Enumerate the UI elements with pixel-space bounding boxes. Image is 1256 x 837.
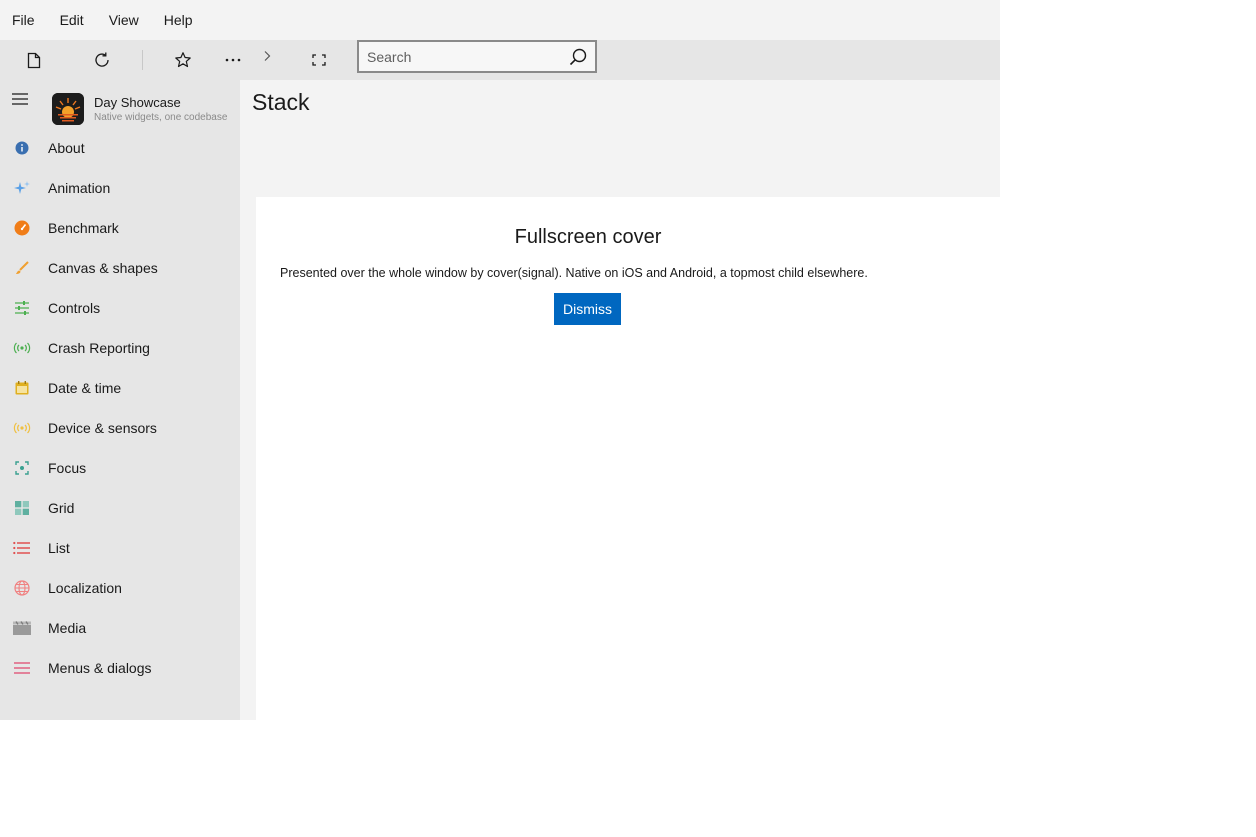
- grid-icon: [13, 499, 31, 517]
- sidebar-item-label: About: [48, 140, 85, 156]
- page-title: Stack: [252, 89, 310, 115]
- dismiss-button[interactable]: Dismiss: [554, 293, 621, 325]
- sidebar-item-menus-dialogs[interactable]: Menus & dialogs: [0, 648, 240, 688]
- sidebar-item-date-time[interactable]: Date & time: [0, 368, 240, 408]
- cover-title: Fullscreen cover: [514, 226, 662, 248]
- refresh-icon[interactable]: [91, 49, 113, 71]
- speedometer-icon: [13, 219, 31, 237]
- sidebar-item-crash-reporting[interactable]: Crash Reporting: [0, 328, 240, 368]
- sidebar-item-label: List: [48, 540, 70, 556]
- fullscreen-cover: Fullscreen cover Presented over the whol…: [256, 197, 1000, 720]
- focus-icon: [13, 459, 31, 477]
- sliders-icon: [13, 299, 31, 317]
- toolbar-separator: [142, 50, 143, 70]
- sparkle-icon: [13, 179, 31, 197]
- sidebar-item-label: Controls: [48, 300, 101, 316]
- more-icon[interactable]: [222, 49, 244, 71]
- app-window: File Edit View Help Search Day Showcase …: [0, 0, 1000, 720]
- app-subtitle: Native widgets, one codebase: [94, 112, 228, 123]
- info-icon: [13, 139, 31, 157]
- chevron-right-icon[interactable]: [256, 45, 278, 67]
- sidebar-item-controls[interactable]: Controls: [0, 288, 240, 328]
- menu-help[interactable]: Help: [164, 12, 193, 28]
- globe-icon: [13, 579, 31, 597]
- cover-description: Presented over the whole window by cover…: [280, 266, 868, 280]
- sidebar-item-label: Media: [48, 620, 87, 636]
- sidebar-item-label: Animation: [48, 180, 111, 196]
- hamburger-menu-icon[interactable]: [11, 92, 29, 106]
- sidebar-item-focus[interactable]: Focus: [0, 448, 240, 488]
- broadcast-icon: [13, 339, 31, 357]
- menu-edit[interactable]: Edit: [60, 12, 84, 28]
- sidebar-item-label: Canvas & shapes: [48, 260, 158, 276]
- sidebar-nav: About Animation Benchmark Canvas & shape…: [0, 128, 240, 688]
- sidebar-item-about[interactable]: About: [0, 128, 240, 168]
- sidebar-item-label: Device & sensors: [48, 420, 157, 436]
- sidebar-item-media[interactable]: Media: [0, 608, 240, 648]
- brush-icon: [13, 259, 31, 277]
- clapperboard-icon: [13, 619, 31, 637]
- sidebar-item-animation[interactable]: Animation: [0, 168, 240, 208]
- search-input[interactable]: [367, 47, 557, 67]
- app-logo-icon: [52, 93, 84, 125]
- menu-file[interactable]: File: [12, 12, 35, 28]
- calendar-icon: [13, 379, 31, 397]
- search-box: [357, 40, 597, 73]
- app-title: Day Showcase: [94, 95, 181, 110]
- sidebar-item-label: Menus & dialogs: [48, 660, 152, 676]
- fit-screen-icon[interactable]: [308, 49, 330, 71]
- new-page-icon[interactable]: [23, 49, 45, 71]
- menu-bar: File Edit View Help: [0, 0, 1000, 40]
- toolbar: [0, 40, 1000, 80]
- menu-lines-icon: [13, 659, 31, 677]
- sidebar-item-label: Date & time: [48, 380, 122, 396]
- sidebar-item-list[interactable]: List: [0, 528, 240, 568]
- sidebar-item-label: Focus: [48, 460, 87, 476]
- menu-view[interactable]: View: [109, 12, 139, 28]
- star-icon[interactable]: [172, 49, 194, 71]
- sidebar-item-grid[interactable]: Grid: [0, 488, 240, 528]
- sidebar-item-canvas-shapes[interactable]: Canvas & shapes: [0, 248, 240, 288]
- sidebar-item-label: Localization: [48, 580, 122, 596]
- sidebar: Day Showcase Native widgets, one codebas…: [0, 80, 240, 720]
- search-icon[interactable]: [568, 47, 588, 67]
- sidebar-item-benchmark[interactable]: Benchmark: [0, 208, 240, 248]
- sidebar-item-label: Crash Reporting: [48, 340, 150, 356]
- list-icon: [13, 539, 31, 557]
- sidebar-item-label: Benchmark: [48, 220, 119, 236]
- sidebar-item-device-sensors[interactable]: Device & sensors: [0, 408, 240, 448]
- sidebar-item-localization[interactable]: Localization: [0, 568, 240, 608]
- sensor-icon: [13, 419, 31, 437]
- sidebar-item-label: Grid: [48, 500, 75, 516]
